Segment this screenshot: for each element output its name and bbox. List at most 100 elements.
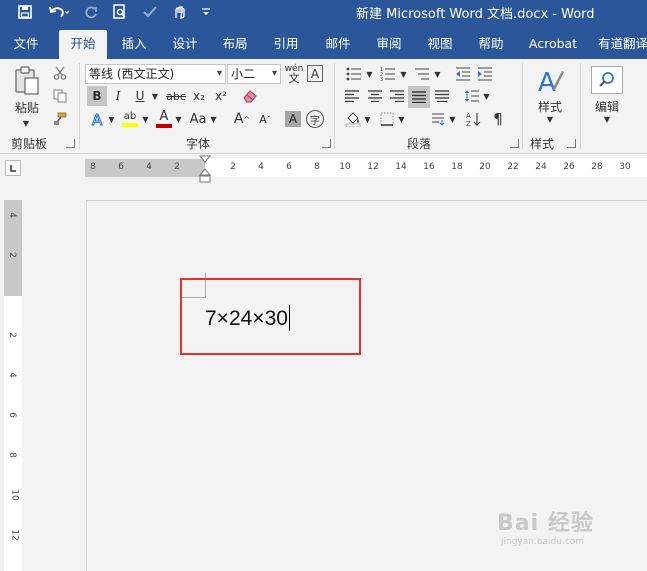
increase-indent-icon — [478, 67, 492, 81]
chinese-layout-dropdown[interactable]: ▼ — [448, 109, 457, 129]
tab-acrobat[interactable]: Acrobat — [524, 30, 582, 59]
align-right-icon — [390, 90, 404, 102]
tab-references[interactable]: 引用 — [266, 30, 306, 59]
font-dialog-launcher[interactable] — [322, 139, 331, 148]
font-name-select[interactable]: 等线 (西文正文) ▾ — [85, 64, 226, 84]
align-right-button[interactable] — [387, 86, 407, 106]
justify-button[interactable] — [408, 86, 430, 108]
decrease-indent-button[interactable] — [453, 64, 473, 84]
line-spacing-button[interactable] — [462, 86, 482, 106]
tab-home[interactable]: 开始 — [59, 30, 107, 59]
tab-help[interactable]: 帮助 — [471, 30, 511, 59]
cut-button[interactable] — [50, 63, 70, 83]
vertical-ruler[interactable]: 4 2 2 4 6 8 10 12 — [4, 200, 22, 571]
character-shading-button[interactable]: A — [285, 111, 301, 127]
shrink-font-button[interactable]: Aˇ — [255, 109, 275, 129]
numbering-button[interactable]: 123 — [377, 64, 399, 84]
grow-font-button[interactable]: A ^ — [232, 109, 252, 129]
phonetic-guide-button[interactable]: wén 文 — [284, 64, 304, 85]
tab-review[interactable]: 审阅 — [369, 30, 409, 59]
clear-formatting-button[interactable] — [240, 86, 260, 106]
horizontal-ruler[interactable]: 8 6 4 2 2 4 6 8 10 12 14 16 18 20 22 24 26 28 30 — [85, 155, 647, 183]
print-preview-icon[interactable] — [111, 2, 129, 21]
font-size-select[interactable]: 小二 ▾ — [227, 64, 281, 84]
tab-layout[interactable]: 布局 — [215, 30, 255, 59]
touch-mode-icon[interactable] — [169, 2, 189, 21]
copy-icon — [53, 89, 67, 103]
window-title: 新建 Microsoft Word 文档.docx - Word — [356, 7, 595, 22]
highlight-color-dropdown[interactable]: ▼ — [141, 109, 150, 129]
enclose-characters-button[interactable]: 字 — [306, 110, 324, 128]
document-text[interactable]: 7×24×30 — [205, 305, 290, 331]
tab-mailings[interactable]: 邮件 — [318, 30, 358, 59]
underline-button[interactable]: U — [130, 86, 150, 106]
borders-dropdown[interactable]: ▼ — [397, 109, 406, 129]
ruler-tick-label: 12 — [367, 162, 379, 172]
save-icon[interactable] — [15, 2, 35, 21]
text-effects-button[interactable]: A — [88, 109, 108, 129]
highlight-color-button[interactable]: ab — [119, 109, 141, 129]
character-shading-icon: A — [288, 112, 298, 126]
customize-qat-icon[interactable] — [199, 2, 213, 21]
change-case-button[interactable]: Aa — [187, 109, 209, 129]
editing-button[interactable]: 编辑 ▼ — [588, 63, 626, 127]
paragraph-dialog-launcher[interactable] — [510, 139, 519, 148]
font-color-button[interactable]: A — [154, 109, 174, 129]
clipboard-dialog-launcher[interactable] — [66, 139, 75, 148]
tab-design[interactable]: 设计 — [165, 30, 205, 59]
ruler-tick-label: 6 — [286, 162, 292, 172]
tab-view[interactable]: 视图 — [420, 30, 460, 59]
format-painter-button[interactable] — [50, 109, 70, 129]
title-bar: 新建 Microsoft Word 文档.docx - Word — [0, 0, 647, 23]
paste-button[interactable]: 粘贴 — [8, 65, 46, 117]
multilevel-list-button[interactable] — [411, 64, 433, 84]
align-left-button[interactable] — [342, 86, 362, 106]
bullets-dropdown[interactable]: ▼ — [365, 64, 374, 84]
superscript-button[interactable]: x² — [211, 86, 231, 106]
align-center-icon — [368, 90, 382, 102]
distributed-button[interactable] — [432, 86, 452, 106]
bold-button[interactable]: B — [87, 86, 107, 106]
subscript-button[interactable]: x₂ — [189, 86, 209, 106]
borders-icon — [380, 112, 394, 126]
bullets-button[interactable] — [343, 64, 365, 84]
italic-button[interactable]: I — [108, 86, 128, 106]
svg-text:3: 3 — [380, 77, 383, 81]
format-painter-qat-icon[interactable] — [141, 2, 159, 21]
font-name-value: 等线 (西文正文) — [89, 67, 175, 81]
strikethrough-button[interactable]: abc — [163, 86, 189, 106]
borders-button[interactable] — [377, 109, 397, 129]
multilevel-list-dropdown[interactable]: ▼ — [433, 64, 442, 84]
line-spacing-dropdown[interactable]: ▼ — [482, 86, 491, 106]
indent-markers[interactable] — [198, 155, 212, 185]
shading-dropdown[interactable]: ▼ — [363, 109, 372, 129]
tab-insert[interactable]: 插入 — [114, 30, 154, 59]
redo-icon[interactable] — [82, 2, 100, 21]
ruler-tick-label: 2 — [230, 162, 236, 172]
font-color-dropdown[interactable]: ▼ — [174, 109, 183, 129]
numbering-dropdown[interactable]: ▼ — [399, 64, 408, 84]
styles-dialog-launcher[interactable] — [567, 139, 576, 148]
pilcrow-icon: ¶ — [493, 110, 503, 128]
group-separator — [79, 63, 80, 149]
tab-youdao[interactable]: 有道翻译 — [598, 30, 647, 59]
shading-button[interactable] — [343, 109, 363, 129]
paste-dropdown[interactable]: ▼ — [18, 117, 34, 129]
chevron-down-icon: ▼ — [546, 115, 554, 124]
chinese-layout-button[interactable] — [428, 109, 448, 129]
styles-group-label: 样式 — [530, 137, 555, 151]
change-case-dropdown[interactable]: ▼ — [209, 109, 218, 129]
undo-icon[interactable] — [46, 2, 72, 21]
tab-file[interactable]: 文件 — [6, 30, 46, 59]
copy-button[interactable] — [50, 86, 70, 106]
sort-button[interactable]: AZ — [464, 109, 484, 129]
increase-indent-button[interactable] — [475, 64, 495, 84]
styles-button[interactable]: A 样式 ▼ — [530, 63, 570, 127]
underline-dropdown[interactable]: ▼ — [150, 86, 160, 106]
font-color-bar — [156, 123, 172, 128]
show-marks-button[interactable]: ¶ — [488, 109, 508, 129]
text-effects-dropdown[interactable]: ▼ — [107, 109, 116, 129]
character-border-button[interactable]: A — [307, 65, 323, 82]
tab-selector[interactable] — [5, 160, 21, 176]
align-center-button[interactable] — [365, 86, 385, 106]
